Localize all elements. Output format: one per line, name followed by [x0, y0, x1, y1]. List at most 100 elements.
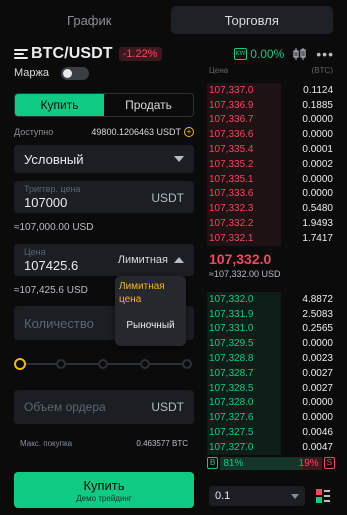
orderbook-qty: 0.1885	[302, 99, 333, 111]
bid-row[interactable]: 107,328.0 0.0000	[207, 395, 335, 411]
sell-ratio-badge: S	[323, 457, 335, 469]
order-amount-input[interactable]: Объем ордера	[24, 400, 106, 414]
kw-value: 0.00%	[250, 47, 285, 61]
menu-icon[interactable]	[14, 48, 28, 60]
ask-row[interactable]: 107,336.6 0.0000	[207, 127, 335, 143]
slider-step[interactable]	[182, 359, 192, 369]
orderbook-qty: 0.0027	[302, 382, 333, 394]
bid-row[interactable]: 107,328.5 0.0027	[207, 380, 335, 396]
buy-sell-ratio: B 81% 19% S	[207, 456, 335, 470]
ask-row[interactable]: 107,335.2 0.0002	[207, 156, 335, 172]
pair-header: BTC/USDT -1.22% KW 0.00% •••	[14, 44, 334, 64]
candlestick-icon[interactable]	[292, 47, 308, 61]
price-type-value: Лимитная	[117, 254, 168, 266]
slider-step[interactable]	[140, 359, 150, 369]
price-type-dropdown: Лимитная цена Рыночный	[115, 276, 186, 346]
buy-button[interactable]: Купить Демо трейдинг	[14, 472, 194, 508]
trigger-unit: USDT	[151, 191, 184, 205]
ask-row[interactable]: 107,333.6 0.0000	[207, 186, 335, 202]
tab-chart[interactable]: График	[8, 6, 171, 34]
orderbook-price: 107,336.9	[209, 99, 254, 111]
slider-handle[interactable]	[14, 358, 26, 370]
quantity-input[interactable]: Количество	[24, 316, 94, 331]
kw-rate[interactable]: KW 0.00%	[233, 47, 285, 61]
trigger-price-field[interactable]: Триггер. цена 107000 USDT	[14, 181, 194, 213]
orderbook-price: 107,333.6	[209, 188, 254, 200]
slider-step[interactable]	[56, 359, 66, 369]
mid-price-block: 107,332.0 ≈107,332.00 USD	[209, 251, 281, 279]
order-amount-unit: USDT	[151, 400, 184, 414]
ask-row[interactable]: 107,337.0 0.1124	[207, 83, 335, 98]
tab-trade[interactable]: Торговля	[170, 6, 333, 34]
buy-button-label: Купить	[83, 477, 125, 493]
orderbook-qty: 0.0047	[302, 441, 333, 453]
buy-button-sublabel: Демо трейдинг	[76, 493, 132, 503]
dropdown-option-limit[interactable]: Лимитная цена	[119, 280, 182, 306]
margin-toggle[interactable]	[61, 66, 89, 80]
price-field[interactable]: Цена 107425.6 Лимитная	[14, 244, 194, 276]
kw-icon: KW	[233, 48, 248, 60]
price-type-select[interactable]: Лимитная	[118, 254, 184, 266]
orderbook-qty: 2.5083	[302, 308, 333, 320]
add-funds-icon[interactable]: +	[184, 127, 194, 137]
ask-row[interactable]: 107,336.7 0.0000	[207, 112, 335, 128]
orderbook-asks: 107,337.0 0.1124 107,336.9 0.1885 107,336.7 0…	[207, 83, 335, 246]
change-badge: -1.22%	[118, 47, 162, 61]
bid-row[interactable]: 107,331.9 2.5083	[207, 306, 335, 322]
more-icon[interactable]: •••	[316, 46, 334, 62]
orderbook-price: 107,327.5	[209, 427, 254, 439]
orderbook-qty: 0.0000	[302, 114, 333, 126]
orderbook-price: 107,328.5	[209, 382, 254, 394]
orderbook-qty-header: (BTC)	[311, 66, 333, 74]
depth-select[interactable]: 0.1	[209, 486, 305, 506]
mid-price[interactable]: 107,332.0	[209, 251, 281, 267]
bid-row[interactable]: 107,332.0 4.8872	[207, 292, 335, 307]
orderbook-qty: 0.2565	[302, 323, 333, 335]
pair-title[interactable]: BTC/USDT	[31, 45, 113, 63]
dropdown-option-market[interactable]: Рыночный	[119, 320, 182, 331]
ask-row[interactable]: 107,335.1 0.0000	[207, 171, 335, 187]
orderbook-qty: 0.0000	[302, 173, 333, 185]
orderbook-price: 107,327.6	[209, 412, 254, 424]
order-type-select[interactable]: Условный	[14, 145, 194, 173]
bid-row[interactable]: 107,327.5 0.0046	[207, 425, 335, 440]
orderbook-qty: 0.0001	[302, 144, 333, 156]
orderbook-qty: 0.0000	[302, 397, 333, 409]
bid-row[interactable]: 107,328.8 0.0023	[207, 351, 335, 366]
bid-row[interactable]: 107,331.0 0.2565	[207, 321, 335, 337]
sell-tab[interactable]: Продать	[104, 94, 193, 116]
orderbook-price: 107,337.0	[209, 84, 254, 96]
ask-row[interactable]: 107,336.9 0.1885	[207, 97, 335, 113]
amount-slider[interactable]	[14, 356, 194, 372]
depth-value: 0.1	[215, 490, 231, 502]
ask-row[interactable]: 107,335.4 0.0001	[207, 142, 335, 157]
orderbook-qty: 0.0000	[302, 188, 333, 200]
orderbook-qty: 0.1124	[303, 84, 333, 96]
ask-row[interactable]: 107,332.2 1.9493	[207, 216, 335, 231]
bid-row[interactable]: 107,329.5 0.0000	[207, 336, 335, 352]
orderbook-price: 107,328.7	[209, 367, 254, 379]
orderbook-header: Цена (BTC)	[209, 66, 333, 74]
margin-row: Маржа	[14, 66, 194, 80]
bid-row[interactable]: 107,328.7 0.0027	[207, 365, 335, 381]
available-value: 49800.1206463 USDT	[91, 127, 181, 137]
orderbook-price: 107,328.0	[209, 397, 254, 409]
orderbook-qty: 0.5480	[302, 203, 333, 215]
buy-tab[interactable]: Купить	[15, 94, 104, 116]
bid-row[interactable]: 107,327.0 0.0047	[207, 439, 335, 455]
orderbook-price: 107,336.7	[209, 114, 254, 126]
ask-row[interactable]: 107,332.1 1.7417	[207, 230, 335, 246]
orderbook-qty: 0.0046	[302, 427, 333, 439]
order-amount-field[interactable]: Объем ордера USDT	[14, 390, 194, 424]
sell-ratio-value: 19%	[298, 457, 319, 469]
chevron-up-icon	[174, 257, 184, 263]
orderbook-layout-icon[interactable]	[316, 489, 330, 503]
bid-row[interactable]: 107,327.6 0.0000	[207, 410, 335, 426]
orderbook-price: 107,329.5	[209, 338, 254, 350]
slider-step[interactable]	[98, 359, 108, 369]
orderbook-price-header: Цена	[209, 66, 229, 74]
max-buy-row: Макс. покупка 0.463577 BTC	[14, 436, 194, 450]
ask-row[interactable]: 107,332.3 0.5480	[207, 201, 335, 217]
orderbook-qty: 0.0000	[302, 338, 333, 350]
orderbook-qty: 0.0023	[302, 353, 333, 365]
